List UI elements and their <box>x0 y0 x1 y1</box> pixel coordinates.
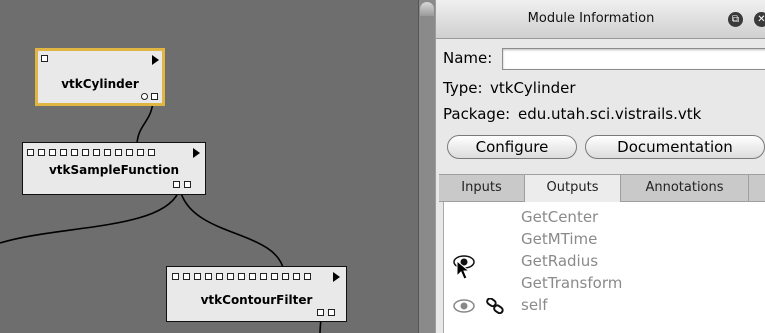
name-field[interactable] <box>502 48 765 70</box>
list-item[interactable]: GetTransform <box>444 273 764 295</box>
input-port[interactable] <box>148 149 155 156</box>
list-item[interactable]: GetRadius <box>444 251 764 280</box>
scroll-up-cap[interactable] <box>420 2 434 16</box>
list-item[interactable]: GetMTime <box>444 229 764 251</box>
port-label: GetTransform <box>521 274 623 292</box>
pipeline-canvas[interactable]: vtkCylinder vtkSampleFunction vtkContour… <box>0 0 418 333</box>
type-value: vtkCylinder <box>490 79 576 97</box>
output-port-list[interactable]: GetCenter GetMTime GetRadius GetTransfor… <box>443 202 765 333</box>
input-port[interactable] <box>227 273 234 280</box>
list-item[interactable]: GetCenter <box>444 207 764 229</box>
input-port[interactable] <box>82 149 89 156</box>
documentation-button[interactable]: Documentation <box>585 135 765 159</box>
module-vtkcylinder[interactable]: vtkCylinder <box>35 48 165 106</box>
module-information-panel: Module Information ⧉ ✕ Name: Type: vtkCy… <box>436 0 765 333</box>
tab-annotations[interactable]: Annotations <box>621 175 749 202</box>
input-port[interactable] <box>41 55 48 62</box>
input-port[interactable] <box>183 273 190 280</box>
connection-sample-to-left[interactable] <box>0 192 179 244</box>
expand-triangle-icon[interactable] <box>193 148 200 158</box>
input-port[interactable] <box>49 149 56 156</box>
expand-triangle-icon[interactable] <box>152 55 159 65</box>
close-icon[interactable]: ✕ <box>754 12 765 27</box>
input-port[interactable] <box>260 273 267 280</box>
input-port[interactable] <box>304 273 311 280</box>
input-port[interactable] <box>126 149 133 156</box>
type-label: Type: <box>443 79 483 97</box>
input-port[interactable] <box>38 149 45 156</box>
input-port[interactable] <box>238 273 245 280</box>
name-label: Name: <box>443 49 493 67</box>
input-port[interactable] <box>194 273 201 280</box>
output-port[interactable] <box>328 309 335 316</box>
panel-title: Module Information <box>527 11 655 26</box>
module-vtkcontourfilter[interactable]: vtkContourFilter <box>166 266 347 322</box>
input-port[interactable] <box>216 273 223 280</box>
float-window-icon[interactable]: ⧉ <box>728 12 743 27</box>
input-port[interactable] <box>293 273 300 280</box>
configure-button[interactable]: Configure <box>447 135 577 159</box>
output-port[interactable] <box>173 181 180 188</box>
port-tabs: Inputs Outputs Annotations <box>439 174 765 202</box>
input-port[interactable] <box>104 149 111 156</box>
output-port[interactable] <box>317 309 324 316</box>
input-port[interactable] <box>27 149 34 156</box>
input-port[interactable] <box>282 273 289 280</box>
panel-titlebar[interactable]: Module Information ⧉ ✕ <box>436 0 765 39</box>
package-value: edu.utah.sci.vistrails.vtk <box>518 105 702 123</box>
module-vtksamplefunction[interactable]: vtkSampleFunction <box>22 142 206 195</box>
output-port[interactable] <box>141 93 148 100</box>
link-icon[interactable] <box>486 298 506 314</box>
tab-outputs[interactable]: Outputs <box>525 175 621 202</box>
port-label: GetMTime <box>521 230 598 248</box>
eye-icon[interactable] <box>453 299 475 313</box>
input-port[interactable] <box>137 149 144 156</box>
port-label: GetCenter <box>521 208 599 226</box>
expand-triangle-icon[interactable] <box>333 272 340 282</box>
output-port[interactable] <box>151 93 158 100</box>
input-port[interactable] <box>115 149 122 156</box>
input-port[interactable] <box>271 273 278 280</box>
module-name: vtkCylinder <box>61 77 139 91</box>
input-port[interactable] <box>93 149 100 156</box>
module-name: vtkContourFilter <box>200 293 313 307</box>
package-label: Package: <box>443 105 511 123</box>
list-item[interactable]: self <box>444 295 764 317</box>
connection-cylinder-to-sample[interactable] <box>136 99 154 145</box>
input-port[interactable] <box>60 149 67 156</box>
input-port[interactable] <box>172 273 179 280</box>
tab-inputs[interactable]: Inputs <box>439 175 525 202</box>
input-port[interactable] <box>249 273 256 280</box>
connection-sample-to-contour[interactable] <box>180 192 285 273</box>
vertical-scrollbar[interactable] <box>418 0 436 333</box>
input-port[interactable] <box>71 149 78 156</box>
port-label: self <box>521 296 548 314</box>
port-label: GetRadius <box>521 252 599 270</box>
output-port[interactable] <box>184 181 191 188</box>
input-port[interactable] <box>205 273 212 280</box>
module-name: vtkSampleFunction <box>48 163 180 177</box>
